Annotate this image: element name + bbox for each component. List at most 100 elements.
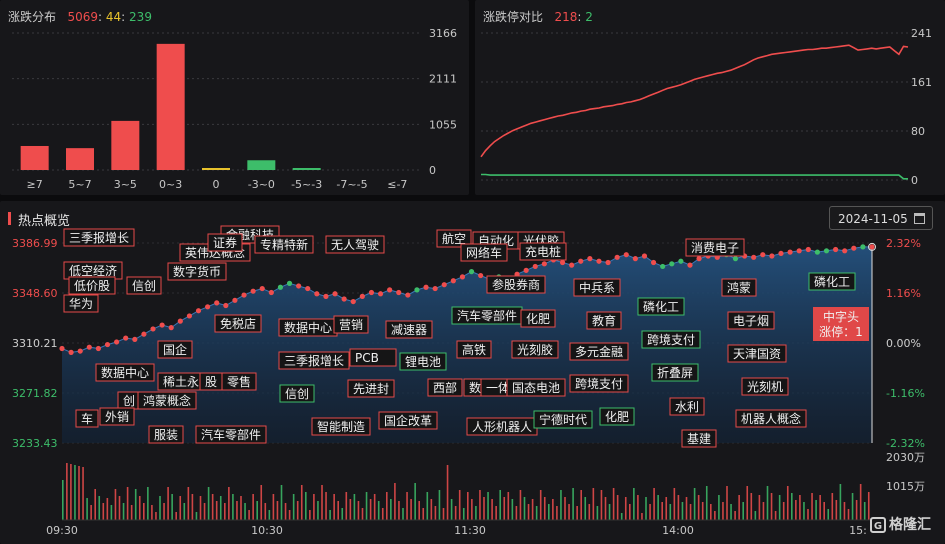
volume-bar bbox=[240, 496, 242, 520]
volume-bar bbox=[236, 501, 238, 520]
x-tick-label: 3~5 bbox=[114, 178, 137, 191]
volume-bar bbox=[130, 505, 133, 520]
hotspot-tag: 智能制造 bbox=[317, 419, 365, 434]
event-dot bbox=[468, 269, 475, 275]
hotspot-tag: 基建 bbox=[687, 432, 711, 446]
volume-bar bbox=[86, 498, 88, 520]
date-value: 2024-11-05 bbox=[838, 212, 908, 226]
volume-bar bbox=[386, 492, 388, 520]
volume-bar bbox=[863, 502, 866, 520]
volume-bar bbox=[321, 485, 323, 520]
event-dot bbox=[286, 280, 293, 286]
volume-bar bbox=[624, 497, 627, 520]
volume-tick-label: 2030万 bbox=[886, 451, 925, 464]
volume-bar bbox=[697, 495, 700, 520]
event-dot bbox=[650, 259, 657, 266]
volume-bar bbox=[487, 492, 489, 520]
volume-bar bbox=[730, 504, 732, 520]
volume-bar bbox=[827, 509, 830, 520]
volume-bar bbox=[705, 486, 708, 520]
volume-bar bbox=[430, 499, 433, 520]
volume-bar bbox=[309, 510, 311, 520]
event-dot bbox=[241, 292, 247, 298]
event-dot bbox=[623, 252, 629, 258]
volume-bar bbox=[548, 504, 550, 520]
volume-bar bbox=[815, 500, 817, 520]
hotspot-tag: 汽车零部件 bbox=[457, 308, 517, 323]
right-axis-label: -2.32% bbox=[886, 437, 925, 450]
volume-bar bbox=[418, 501, 420, 520]
volume-bar bbox=[552, 499, 554, 520]
volume-tick-label: 1015万 bbox=[886, 480, 925, 493]
left-axis-label: 3348.60 bbox=[12, 287, 58, 300]
x-tick-label: -7~-5 bbox=[336, 178, 367, 191]
volume-bar bbox=[325, 492, 327, 520]
volume-bar bbox=[94, 489, 96, 520]
volume-bar bbox=[673, 488, 676, 520]
volume-bar bbox=[750, 493, 753, 520]
y-tick-label: 80 bbox=[911, 125, 925, 138]
hotspot-tag: 信创 bbox=[285, 387, 309, 401]
limit-ratio-line-chart: 0 80 161 241 bbox=[480, 27, 932, 187]
hotspot-tag: 数据中心 bbox=[284, 320, 332, 335]
event-dot bbox=[559, 259, 566, 266]
volume-bar bbox=[568, 504, 570, 520]
event-dot bbox=[687, 262, 693, 268]
date-picker[interactable]: 2024-11-05 bbox=[829, 206, 933, 230]
volume-bar bbox=[791, 493, 793, 520]
event-dot bbox=[423, 284, 429, 290]
event-dot bbox=[696, 256, 702, 262]
x-tick-label: 0~3 bbox=[159, 178, 182, 191]
callout-count: 涨停：1 bbox=[819, 324, 863, 339]
volume-bar bbox=[564, 497, 566, 520]
event-dot bbox=[387, 287, 393, 293]
hotspot-tag: 创 bbox=[123, 394, 135, 408]
volume-bar bbox=[300, 485, 303, 520]
calendar-icon bbox=[914, 213, 925, 224]
volume-bar bbox=[855, 500, 858, 520]
left-axis-label: 3310.21 bbox=[12, 337, 58, 350]
volume-bar bbox=[66, 463, 68, 520]
volume-bar bbox=[600, 490, 603, 520]
logo-text: 格隆汇 bbox=[889, 517, 931, 533]
volume-bar bbox=[369, 499, 372, 520]
hotspot-tag: 宁德时代 bbox=[539, 412, 587, 427]
volume-bar bbox=[224, 503, 226, 520]
volume-bar bbox=[584, 497, 587, 520]
y-tick-label: 241 bbox=[911, 27, 932, 40]
hotspot-tag: 人形机器人 bbox=[472, 420, 532, 434]
volume-bar bbox=[758, 495, 761, 520]
volume-bar bbox=[357, 501, 360, 520]
event-dot bbox=[396, 289, 402, 296]
volume-bar bbox=[782, 502, 785, 520]
hotspot-tag: 车 bbox=[81, 411, 93, 426]
event-dot bbox=[314, 291, 320, 297]
bar bbox=[292, 168, 321, 170]
bar bbox=[156, 43, 185, 170]
event-dot bbox=[59, 345, 65, 352]
volume-bar bbox=[353, 494, 356, 520]
event-dot bbox=[250, 288, 256, 294]
event-dot bbox=[732, 256, 739, 262]
event-dot bbox=[104, 341, 111, 348]
volume-bar bbox=[203, 503, 206, 520]
hotspot-tag: 机器人概念 bbox=[741, 411, 801, 426]
hotspot-area-chart: 3386.99 2.32% 3348.60 1.16% 3310.21 0.00% 3271… bbox=[12, 225, 925, 537]
volume-bar bbox=[406, 492, 408, 520]
hotspot-tag: 锂电池 bbox=[405, 354, 441, 369]
volume-bar bbox=[296, 501, 299, 520]
volume-bar bbox=[260, 485, 263, 520]
volume-bar bbox=[738, 495, 740, 520]
hotspot-tag: 国企改革 bbox=[384, 413, 432, 428]
volume-bar bbox=[596, 506, 599, 520]
event-dot bbox=[377, 291, 384, 297]
section-accent bbox=[8, 212, 11, 225]
event-dot bbox=[796, 248, 802, 254]
volume-bar bbox=[288, 510, 291, 520]
volume-bar bbox=[446, 465, 449, 520]
volume-bar bbox=[608, 504, 611, 520]
volume-bar bbox=[450, 499, 453, 520]
event-dot bbox=[523, 267, 529, 273]
volume-bar bbox=[592, 488, 595, 520]
volume-bar bbox=[762, 502, 765, 520]
